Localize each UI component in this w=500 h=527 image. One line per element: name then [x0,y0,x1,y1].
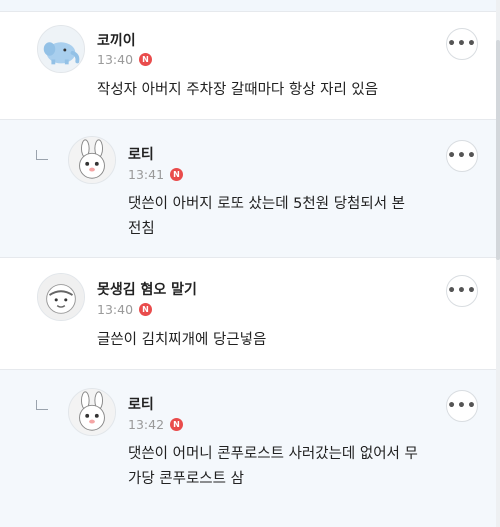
comment-time: 13:42 [128,417,165,432]
comment-meta: 13:40 N [97,302,153,317]
comment-author[interactable]: 못생김 혐오 말기 [97,279,197,299]
elephant-avatar[interactable] [37,25,85,73]
comment-author[interactable]: 로티 [128,144,154,164]
comment-text: 댓쓴이 어머니 콘푸로스트 사러갔는데 없어서 무 가당 콘푸로스트 삼 [128,446,418,487]
comment-text: 작성자 아버지 주차장 갈때마다 항상 자리 있음 [97,82,379,98]
comment-text: 글쓴이 김치찌개에 당근넣음 [97,332,267,348]
more-options-button[interactable]: ••• [446,140,478,172]
scrollbar-thumb[interactable] [496,40,500,260]
comment-text: 댓쓴이 아버지 로또 샀는데 5천원 당첨되서 본 전침 [128,196,405,237]
comment-item: 코끼이 13:40 N 작성자 아버지 주차장 갈때마다 항상 자리 있음 ••… [0,12,500,120]
comment-time: 13:41 [128,167,165,182]
rabbit-avatar[interactable] [68,136,116,184]
comment-meta: 13:40 N [97,52,153,67]
comment-time: 13:40 [97,302,134,317]
comment-meta: 13:41 N [128,167,184,182]
hamster-avatar[interactable] [37,273,85,321]
reply-comment-item: 로티 13:41 N 댓쓴이 아버지 로또 샀는데 5천원 당첨되서 본 전침 … [0,120,500,258]
rabbit-avatar[interactable] [68,388,116,436]
previous-comment-edge [0,0,500,12]
comment-time: 13:40 [97,52,134,67]
new-badge: N [170,418,184,431]
more-options-button[interactable]: ••• [446,28,478,60]
comment-author[interactable]: 코끼이 [97,30,136,50]
new-badge: N [139,53,153,66]
comment-meta: 13:42 N [128,417,184,432]
more-options-button[interactable]: ••• [446,275,478,307]
hamster-icon [38,274,84,320]
rabbit-icon [69,389,115,435]
comment-author[interactable]: 로티 [128,394,154,414]
rabbit-icon [69,137,115,183]
new-badge: N [170,168,184,181]
reply-arrow-icon [36,400,48,410]
more-options-button[interactable]: ••• [446,390,478,422]
comment-item: 못생김 혐오 말기 13:40 N 글쓴이 김치찌개에 당근넣음 ••• [0,258,500,370]
reply-comment-item: 로티 13:42 N 댓쓴이 어머니 콘푸로스트 사러갔는데 없어서 무 가당 … [0,370,500,527]
reply-arrow-icon [36,150,48,160]
elephant-icon [38,26,84,72]
new-badge: N [139,303,153,316]
